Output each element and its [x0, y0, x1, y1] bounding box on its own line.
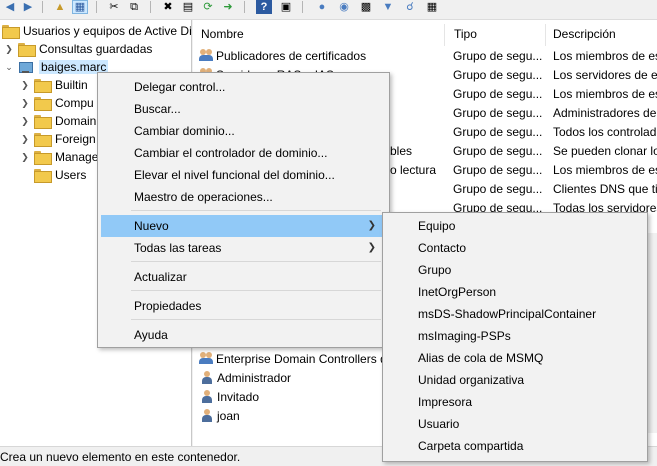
folder-icon: [34, 169, 52, 183]
tree-item-domain[interactable]: ⌄ baiges.marc: [4, 58, 109, 76]
chevron-right-icon[interactable]: ❯: [20, 98, 30, 109]
user-icon: [201, 390, 213, 403]
properties-icon[interactable]: ▤: [180, 0, 196, 14]
chevron-down-icon[interactable]: ⌄: [4, 62, 14, 73]
menu-item-delegate-control[interactable]: Delegar control...: [101, 76, 386, 98]
find-icon[interactable]: ▼: [380, 0, 396, 14]
refresh-icon[interactable]: ⟳: [200, 0, 216, 14]
user-icon: [201, 409, 213, 422]
menu-separator: [131, 319, 381, 320]
submenu-item-msimaging-psps[interactable]: msImaging-PSPs: [386, 325, 644, 347]
show-tree-icon[interactable]: ▦: [72, 0, 88, 14]
submenu-item-user[interactable]: Usuario: [386, 413, 644, 435]
submenu-item-inetorgperson[interactable]: InetOrgPerson: [386, 281, 644, 303]
menu-item-find[interactable]: Buscar...: [101, 98, 386, 120]
submenu-item-shared-folder[interactable]: Carpeta compartida: [386, 435, 644, 457]
folder-icon: [34, 79, 52, 93]
menu-item-help[interactable]: Ayuda: [101, 324, 386, 346]
search-icon[interactable]: ☌: [402, 0, 418, 14]
group-icon: [199, 49, 213, 62]
context-menu: Delegar control... Buscar... Cambiar dom…: [97, 72, 390, 348]
folder-icon: [34, 151, 52, 165]
column-header-description[interactable]: Descripción: [545, 24, 657, 46]
column-header-name[interactable]: Nombre: [193, 24, 445, 46]
cut-icon[interactable]: ✂: [106, 0, 122, 14]
tree-item-computers[interactable]: ❯ Compu: [20, 94, 94, 112]
menu-item-new[interactable]: Nuevo ❯: [101, 215, 386, 237]
chevron-right-icon[interactable]: ❯: [20, 134, 30, 145]
help-icon[interactable]: ?: [256, 0, 272, 14]
submenu-item-organizational-unit[interactable]: Unidad organizativa: [386, 369, 644, 391]
users-icon[interactable]: ●: [314, 0, 330, 14]
chevron-right-icon: ❯: [367, 242, 376, 253]
menu-item-operations-master[interactable]: Maestro de operaciones...: [101, 186, 386, 208]
forward-arrow-icon[interactable]: ▶: [20, 0, 36, 14]
add-to-group-icon[interactable]: ▦: [424, 0, 440, 14]
folder-icon: [2, 25, 20, 39]
menu-separator: [131, 290, 381, 291]
menu-item-change-domain[interactable]: Cambiar dominio...: [101, 120, 386, 142]
submenu-item-printer[interactable]: Impresora: [386, 391, 644, 413]
submenu-item-group[interactable]: Grupo: [386, 259, 644, 281]
submenu-item-contact[interactable]: Contacto: [386, 237, 644, 259]
folder-icon: [34, 133, 52, 147]
folder-icon: [34, 97, 52, 111]
new-submenu: Equipo Contacto Grupo InetOrgPerson msDS…: [382, 212, 648, 462]
menu-item-raise-level[interactable]: Elevar el nivel funcional del dominio...: [101, 164, 386, 186]
delete-icon[interactable]: ✖: [160, 0, 176, 14]
menu-item-refresh[interactable]: Actualizar: [101, 266, 386, 288]
menu-item-properties[interactable]: Propiedades: [101, 295, 386, 317]
up-folder-icon[interactable]: ▲: [52, 0, 68, 14]
tree-item-managed[interactable]: ❯ Manage: [20, 148, 98, 166]
chevron-right-icon[interactable]: ❯: [20, 116, 30, 127]
group-icon[interactable]: ◉: [336, 0, 352, 14]
submenu-item-shadow-principal-container[interactable]: msDS-ShadowPrincipalContainer: [386, 303, 644, 325]
tree-item-users[interactable]: Users: [34, 166, 86, 184]
tree-item-saved-queries[interactable]: ❯ Consultas guardadas: [4, 40, 152, 58]
folder-icon: [18, 43, 36, 57]
domain-icon: [18, 61, 34, 74]
folder-icon: [34, 115, 52, 129]
menu-separator: [131, 261, 381, 262]
menu-item-all-tasks[interactable]: Todas las tareas ❯: [101, 237, 386, 259]
column-header-type[interactable]: Tipo: [446, 24, 546, 46]
vertical-scrollbar[interactable]: [648, 233, 657, 433]
console-icon[interactable]: ▣: [278, 0, 294, 14]
toolbar: ◀ ▶ ▲ ▦ ✂ ⧉ ✖ ▤ ⟳ ➜ ? ▣ ● ◉ ▩ ▼ ☌ ▦: [0, 0, 657, 20]
chevron-right-icon[interactable]: ❯: [20, 80, 30, 91]
menu-separator: [131, 210, 381, 211]
chevron-right-icon[interactable]: ❯: [20, 152, 30, 163]
chevron-right-icon: ❯: [367, 220, 376, 231]
group-icon: [199, 352, 213, 365]
tree-item-foreign-security[interactable]: ❯ Foreign: [20, 130, 96, 148]
chevron-right-icon[interactable]: ❯: [4, 44, 14, 55]
menu-item-change-dc[interactable]: Cambiar el controlador de dominio...: [101, 142, 386, 164]
filter-icon[interactable]: ▩: [358, 0, 374, 14]
table-row[interactable]: Publicadores de certificados Grupo de se…: [193, 47, 657, 66]
tree-item-domain-controllers[interactable]: ❯ Domain: [20, 112, 96, 130]
export-icon[interactable]: ➜: [220, 0, 236, 14]
user-icon: [201, 371, 213, 384]
submenu-item-computer[interactable]: Equipo: [386, 215, 644, 237]
copy-icon[interactable]: ⧉: [126, 0, 142, 14]
tree-item-builtin[interactable]: ❯ Builtin: [20, 76, 88, 94]
submenu-item-msmq-alias[interactable]: Alias de cola de MSMQ: [386, 347, 644, 369]
back-arrow-icon[interactable]: ◀: [2, 0, 18, 14]
tree-root[interactable]: Usuarios y equipos de Active Dir: [2, 22, 191, 40]
